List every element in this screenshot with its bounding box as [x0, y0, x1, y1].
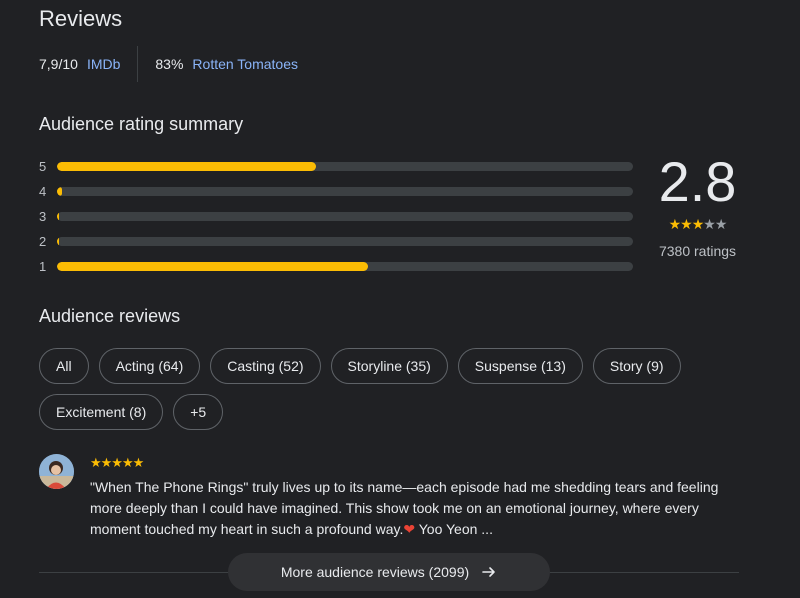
rating-bar-track [57, 187, 633, 196]
source-imdb[interactable]: 7,9/10 IMDb [39, 56, 120, 72]
rating-row-3: 3 [39, 204, 633, 229]
sources-divider [137, 46, 139, 82]
average-rating-value: 2.8 [658, 150, 737, 213]
rating-row-1: 1 [39, 254, 633, 279]
more-audience-reviews-label: More audience reviews (2099) [280, 564, 470, 580]
rating-summary-heading: Audience rating summary [39, 114, 244, 134]
rating-row-label: 2 [39, 234, 47, 249]
rating-row-label: 4 [39, 184, 47, 199]
rating-bar-track [57, 162, 633, 171]
rating-bar-fill [57, 237, 60, 246]
star-filled-icon: ★ [691, 216, 705, 232]
imdb-link[interactable]: IMDb [87, 56, 120, 72]
imdb-score: 7,9/10 [39, 56, 78, 72]
rating-distribution: 5 4 3 2 1 [39, 154, 633, 279]
chip-storyline[interactable]: Storyline (35) [330, 348, 448, 384]
rating-row-4: 4 [39, 179, 633, 204]
average-rating: 2.8 ★★★★★ 7380 ratings [640, 150, 755, 259]
rating-bar-fill [57, 187, 62, 196]
review-filter-chips: All Acting (64) Casting (52) Storyline (… [39, 348, 739, 430]
chip-story[interactable]: Story (9) [592, 348, 681, 384]
chip-acting[interactable]: Acting (64) [98, 348, 201, 384]
rotten-tomatoes-score: 83% [155, 56, 184, 72]
rating-bar-track [57, 262, 633, 271]
chip-more[interactable]: +5 [173, 394, 224, 430]
rating-row-label: 1 [39, 259, 47, 274]
source-rotten-tomatoes[interactable]: 83% Rotten Tomatoes [155, 56, 298, 72]
rating-bar-fill [57, 262, 369, 271]
review-stars-icon: ★★★★★ [90, 455, 144, 470]
star-filled-icon: ★ [668, 216, 682, 232]
chip-casting[interactable]: Casting (52) [210, 348, 321, 384]
rating-bar-fill [57, 162, 317, 171]
rating-count: 7380 ratings [658, 243, 737, 259]
rating-row-label: 5 [39, 159, 47, 174]
arrow-right-icon [481, 564, 497, 580]
rating-bar-fill [57, 212, 60, 221]
reviews-title: Reviews [39, 6, 123, 31]
star-empty-icon: ★ [714, 216, 728, 232]
rating-row-5: 5 [39, 154, 633, 179]
review-text: "When The Phone Rings" truly lives up to… [90, 477, 730, 540]
chip-excitement[interactable]: Excitement (8) [39, 394, 164, 430]
chip-suspense[interactable]: Suspense (13) [457, 348, 583, 384]
average-rating-stars-icon: ★★★★★ [640, 216, 755, 233]
avatar [39, 454, 74, 489]
rating-sources: 7,9/10 IMDb 83% Rotten Tomatoes [39, 46, 298, 82]
rating-bar-track [57, 212, 633, 221]
review-text-end: Yoo Yeon ... [415, 521, 493, 537]
rating-row-2: 2 [39, 229, 633, 254]
chip-all[interactable]: All [39, 348, 89, 384]
rotten-tomatoes-link[interactable]: Rotten Tomatoes [192, 56, 298, 72]
rating-row-label: 3 [39, 209, 47, 224]
audience-reviews-heading: Audience reviews [39, 306, 181, 326]
heart-icon: ❤ [403, 521, 416, 537]
star-filled-icon: ★ [680, 216, 693, 232]
more-audience-reviews-button[interactable]: More audience reviews (2099) [228, 553, 550, 591]
star-empty-icon: ★ [703, 216, 716, 232]
rating-bar-track [57, 237, 633, 246]
